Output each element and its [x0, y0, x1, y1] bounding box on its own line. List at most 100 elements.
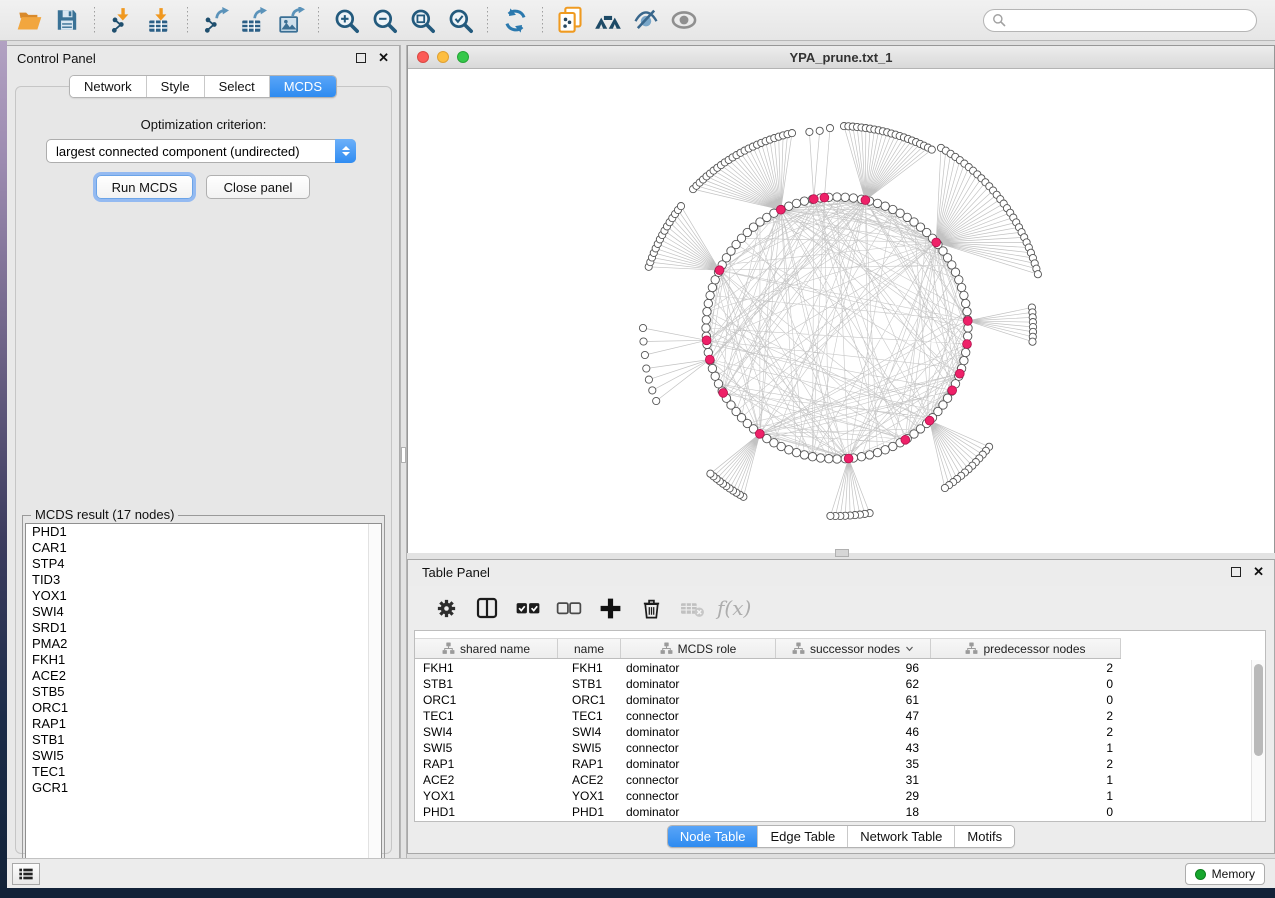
task-history-button[interactable] [12, 863, 40, 885]
search-input[interactable] [983, 9, 1257, 32]
horizontal-splitter-handle[interactable] [835, 549, 849, 557]
tab-node-table[interactable]: Node Table [668, 826, 759, 847]
table-cell: 61 [776, 693, 931, 707]
tab-motifs[interactable]: Motifs [955, 826, 1014, 847]
tab-mcds[interactable]: MCDS [270, 76, 336, 97]
mcds-result-item[interactable]: SWI5 [26, 748, 381, 764]
table-scrollbar-thumb[interactable] [1254, 664, 1263, 756]
mcds-result-item[interactable]: ORC1 [26, 700, 381, 716]
refresh-layout-icon[interactable] [499, 4, 531, 36]
control-panel-window: Control Panel ✕ Network Style Select MCD… [7, 45, 400, 860]
table-row[interactable]: RAP1RAP1dominator352 [415, 756, 1251, 772]
close-window-icon[interactable]: ✕ [378, 53, 389, 63]
mcds-result-item[interactable]: TEC1 [26, 764, 381, 780]
zoom-in-icon[interactable] [330, 4, 362, 36]
memory-button[interactable]: Memory [1185, 863, 1265, 885]
close-window-icon[interactable]: ✕ [1253, 567, 1264, 577]
mcds-result-item[interactable]: SRD1 [26, 620, 381, 636]
show-columns-icon[interactable] [471, 592, 503, 624]
mcds-result-item[interactable]: STB5 [26, 684, 381, 700]
table-cell: connector [621, 741, 776, 755]
mcds-result-item[interactable]: STP4 [26, 556, 381, 572]
show-details-icon[interactable] [668, 4, 700, 36]
table-row[interactable]: ACE2ACE2connector311 [415, 772, 1251, 788]
import-network-icon[interactable] [106, 4, 138, 36]
mcds-result-item[interactable]: SWI4 [26, 604, 381, 620]
column-header-shared-name[interactable]: shared name [415, 639, 558, 658]
mcds-result-item[interactable]: FKH1 [26, 652, 381, 668]
vertical-splitter[interactable] [400, 45, 407, 860]
control-panel-titlebar[interactable]: Control Panel ✕ [7, 46, 399, 70]
tab-network[interactable]: Network [70, 76, 147, 97]
tab-edge-table[interactable]: Edge Table [758, 826, 848, 847]
float-window-icon[interactable] [1231, 567, 1241, 577]
table-cell: dominator [621, 693, 776, 707]
table-cell: SWI5 [558, 741, 621, 755]
close-panel-button[interactable]: Close panel [206, 175, 310, 199]
zoom-out-icon[interactable] [368, 4, 400, 36]
table-row[interactable]: FKH1FKH1dominator962 [415, 660, 1251, 676]
export-table-icon[interactable] [237, 4, 269, 36]
network-canvas[interactable] [408, 69, 1274, 556]
table-cell: 2 [931, 725, 1121, 739]
workspace: Control Panel ✕ Network Style Select MCD… [7, 41, 1275, 888]
open-file-icon[interactable] [13, 4, 45, 36]
float-window-icon[interactable] [356, 53, 366, 63]
save-session-icon[interactable] [51, 4, 83, 36]
select-all-icon[interactable] [512, 592, 544, 624]
control-panel-tab-bar: Network Style Select MCDS [69, 75, 337, 98]
table-cell: 29 [776, 789, 931, 803]
export-network-icon[interactable] [199, 4, 231, 36]
tab-select[interactable]: Select [205, 76, 270, 97]
network-window-titlebar[interactable]: YPA_prune.txt_1 [408, 46, 1274, 69]
column-header-mcds-role[interactable]: MCDS role [621, 639, 776, 658]
table-panel-titlebar[interactable]: Table Panel ✕ [408, 560, 1274, 584]
clone-network-icon[interactable] [554, 4, 586, 36]
mcds-list-scrollbar[interactable] [368, 524, 381, 877]
tab-style[interactable]: Style [147, 76, 205, 97]
table-cell: ORC1 [415, 693, 558, 707]
table-cell: FKH1 [558, 661, 621, 675]
column-header-name[interactable]: name [558, 639, 621, 658]
export-image-icon[interactable] [275, 4, 307, 36]
mcds-result-item[interactable]: PMA2 [26, 636, 381, 652]
table-row[interactable]: ORC1ORC1dominator610 [415, 692, 1251, 708]
mcds-result-item[interactable]: TID3 [26, 572, 381, 588]
table-cell: dominator [621, 725, 776, 739]
mcds-result-item[interactable]: PHD1 [26, 524, 381, 540]
delete-icon[interactable] [635, 592, 667, 624]
mcds-result-item[interactable]: GCR1 [26, 780, 381, 796]
find-icon[interactable] [592, 4, 624, 36]
hide-details-icon[interactable] [630, 4, 662, 36]
run-mcds-button[interactable]: Run MCDS [96, 175, 193, 199]
optimization-criterion-select[interactable]: largest connected component (undirected) [46, 139, 356, 163]
table-cell: 2 [931, 709, 1121, 723]
import-table-icon[interactable] [144, 4, 176, 36]
table-row[interactable]: YOX1YOX1connector291 [415, 788, 1251, 804]
settings-gear-icon[interactable] [430, 592, 462, 624]
zoom-selected-icon[interactable] [444, 4, 476, 36]
mcds-result-item[interactable]: RAP1 [26, 716, 381, 732]
table-cell: 35 [776, 757, 931, 771]
node-table: shared name name MCDS role successor nod… [414, 630, 1266, 822]
add-icon[interactable] [594, 592, 626, 624]
toolbar-separator [487, 7, 488, 33]
table-row[interactable]: SWI5SWI5connector431 [415, 740, 1251, 756]
table-row[interactable]: TEC1TEC1connector472 [415, 708, 1251, 724]
deselect-all-icon[interactable] [553, 592, 585, 624]
table-row[interactable]: STB1STB1dominator620 [415, 676, 1251, 692]
table-row[interactable]: SWI4SWI4dominator462 [415, 724, 1251, 740]
column-header-predecessor-nodes[interactable]: predecessor nodes [931, 639, 1121, 658]
vertical-splitter-handle[interactable] [401, 447, 406, 463]
zoom-fit-icon[interactable] [406, 4, 438, 36]
mcds-result-item[interactable]: STB1 [26, 732, 381, 748]
mcds-result-item[interactable]: CAR1 [26, 540, 381, 556]
mcds-result-item[interactable]: YOX1 [26, 588, 381, 604]
table-scrollbar[interactable] [1251, 660, 1265, 821]
tab-network-table[interactable]: Network Table [848, 826, 955, 847]
mcds-panel: Optimization criterion: largest connecte… [15, 86, 392, 854]
column-header-successor-nodes[interactable]: successor nodes [776, 639, 931, 658]
table-row[interactable]: PHD1PHD1dominator180 [415, 804, 1251, 820]
hierarchy-icon [792, 642, 805, 655]
mcds-result-item[interactable]: ACE2 [26, 668, 381, 684]
